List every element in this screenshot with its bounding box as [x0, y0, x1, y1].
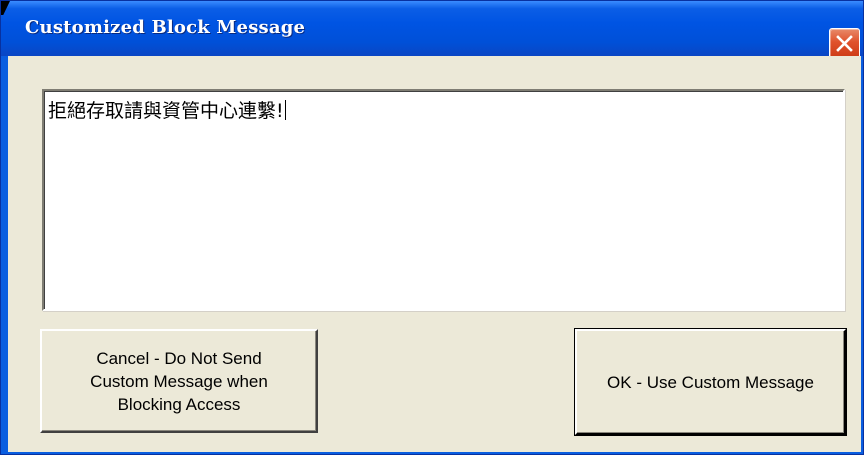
dialog-window: Customized Block Message 拒絕存取請與資管中心連繫! C… [0, 0, 864, 455]
ok-button[interactable]: OK - Use Custom Message [574, 328, 847, 436]
message-value: 拒絕存取請與資管中心連繫! [48, 100, 284, 122]
text-cursor [284, 100, 286, 120]
cancel-button[interactable]: Cancel - Do Not Send Custom Message when… [40, 329, 318, 433]
dialog-body: 拒絕存取請與資管中心連繫! Cancel - Do Not Send Custo… [8, 56, 861, 452]
cancel-button-label: Cancel - Do Not Send Custom Message when… [90, 348, 268, 414]
ok-button-label: OK - Use Custom Message [607, 372, 814, 392]
window-title: Customized Block Message [25, 17, 306, 38]
corner-accent [1, 1, 10, 15]
custom-message-text: 拒絕存取請與資管中心連繫! [48, 99, 286, 123]
title-bar[interactable]: Customized Block Message [1, 1, 863, 59]
close-button[interactable] [829, 28, 860, 59]
close-icon [836, 35, 853, 52]
custom-message-textarea[interactable]: 拒絕存取請與資管中心連繫! [42, 89, 845, 311]
